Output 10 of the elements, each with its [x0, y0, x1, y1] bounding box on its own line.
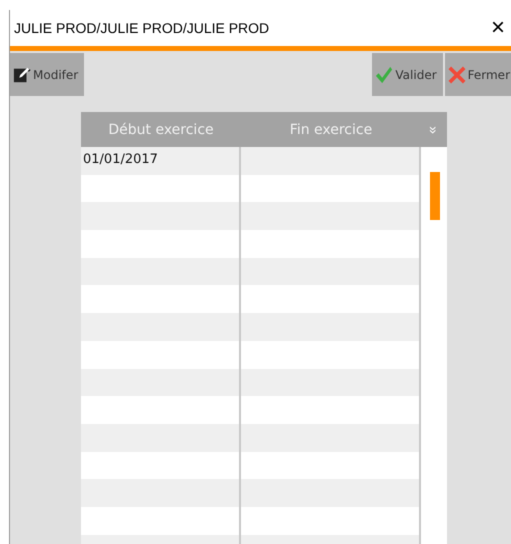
check-icon — [375, 66, 394, 84]
close-button[interactable]: × — [490, 14, 511, 42]
toolbar-button[interactable]: Modifer — [10, 53, 84, 96]
toolbar-button[interactable]: Valider — [372, 53, 443, 96]
scroll-thumb[interactable] — [430, 172, 440, 220]
scrollbar[interactable] — [421, 147, 447, 544]
edit-icon — [13, 66, 31, 84]
window-title: JULIE PROD/JULIE PROD/JULIE PROD — [14, 20, 270, 36]
cross-icon — [448, 66, 466, 84]
toolbar-button[interactable]: Fermer — [444, 53, 511, 96]
